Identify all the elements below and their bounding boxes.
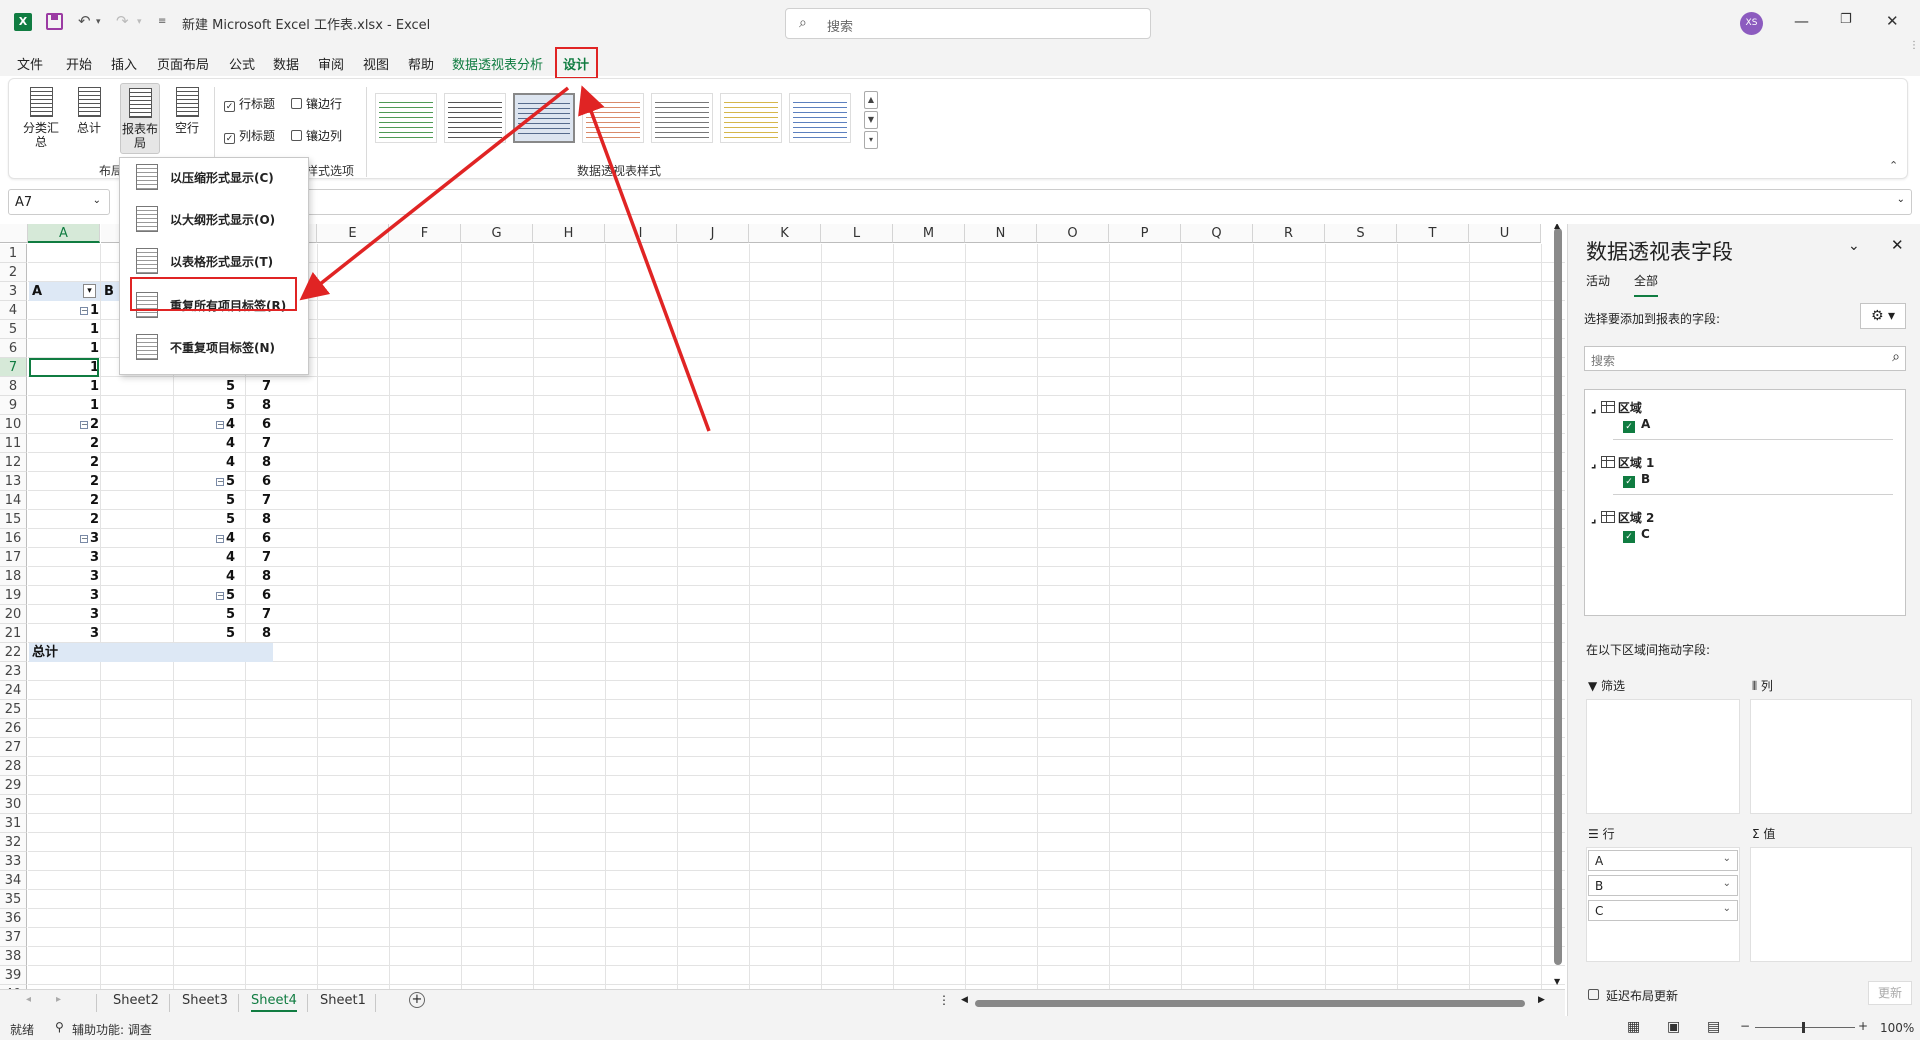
tab-separator [169,994,170,1012]
tab-split-icon[interactable]: ⋮ [938,993,950,1007]
columns-label-text: 列 [1760,679,1773,693]
columns-icon: ⫴ [1752,679,1761,693]
unchecked-box-icon [1588,989,1599,1000]
prev-sheet-icon[interactable]: ◂ [26,994,31,1005]
chevron-down-icon: ⌄ [1722,853,1731,864]
row-field-a-label: A [1595,854,1604,868]
normal-view-icon[interactable]: ▦ [1627,1019,1640,1035]
zoom-slider[interactable] [1755,1027,1855,1028]
scroll-right-icon[interactable]: ▶ [1538,995,1545,1005]
row-field-b[interactable]: B ⌄ [1588,875,1738,896]
pivot-fields-pane: 数据透视表字段 ⌄ ✕ 活动 全部 选择要添加到报表的字段: ⚙ ▾ 搜索 ⌕ … [1567,224,1920,1016]
table-icon [1600,456,1615,468]
horizontal-scrollbar[interactable] [975,1000,1525,1007]
table-icon [1600,401,1615,413]
tab-separator [238,994,239,1012]
rows-area-label: ☰ 行 [1588,825,1615,842]
search-icon: ⌕ [1892,349,1900,365]
field-group-1-label: 区域 [1617,401,1642,415]
arrow-to-design-tab [578,85,711,432]
sheet-tab-sheet4[interactable]: Sheet4 [251,993,297,1012]
rows-label-text: 行 [1602,827,1615,841]
field-a[interactable]: ✓ A [1623,417,1650,433]
page-layout-view-icon[interactable]: ▣ [1667,1019,1680,1035]
next-sheet-icon[interactable]: ▸ [56,994,61,1005]
zoom-out-icon[interactable]: − [1740,1019,1750,1033]
chevron-down-icon: ⌄ [1722,903,1731,914]
field-a-label: A [1641,417,1651,431]
accessibility-icon: ⚲ [55,1020,64,1034]
status-bar: 就绪 ⚲ 辅助功能: 调查 ▦ ▣ ▤ − + 100% [0,1016,1920,1040]
pane-title: 数据透视表字段 [1586,240,1733,264]
sheet-tab-sheet2[interactable]: Sheet2 [113,993,159,1008]
filter-area-label: ▼ 筛选 [1588,677,1625,694]
tab-all-fields[interactable]: 全部 [1634,272,1659,297]
field-group-3-label: 区域 2 [1617,511,1655,525]
tools-gear-icon[interactable]: ⚙ ▾ [1860,303,1906,329]
tab-active-fields[interactable]: 活动 [1586,272,1610,289]
status-ready: 就绪 [10,1023,35,1037]
row-field-b-label: B [1595,879,1604,893]
scroll-left-icon[interactable]: ◀ [961,995,968,1005]
arrow-to-menu-item [299,86,570,301]
values-area-label: Σ 值 [1752,825,1775,842]
field-group-3[interactable]: ⌟ 区域 2 [1591,509,1654,526]
tab-separator [375,994,376,1012]
page-break-view-icon[interactable]: ▤ [1707,1019,1720,1035]
zoom-slider-thumb[interactable] [1802,1022,1805,1033]
columns-area[interactable] [1750,699,1912,814]
filter-area[interactable] [1586,699,1740,814]
field-c-label: C [1641,527,1650,541]
field-c[interactable]: ✓ C [1623,527,1650,543]
zoom-in-icon[interactable]: + [1858,1019,1868,1033]
tab-separator [307,994,308,1012]
pane-close-icon[interactable]: ✕ [1891,236,1904,254]
field-group-2[interactable]: ⌟ 区域 1 [1591,454,1654,471]
sheet-tab-sheet1[interactable]: Sheet1 [320,993,366,1008]
field-b[interactable]: ✓ B [1623,472,1650,488]
field-search-placeholder: 搜索 [1591,354,1616,368]
checkbox-checked-icon: ✓ [1623,531,1635,543]
sheet-tab-sheet3[interactable]: Sheet3 [182,993,228,1008]
drag-fields-label: 在以下区域间拖动字段: [1586,643,1711,657]
field-search-input[interactable]: 搜索 ⌕ [1584,346,1906,371]
values-area[interactable] [1750,847,1912,962]
add-sheet-icon[interactable]: + [409,992,425,1008]
sheet-tab-bar: ◂ ▸ Sheet2 Sheet3 Sheet4 Sheet1 + ⋮ ◀ ▶ [0,989,1565,1016]
pane-options-chevron-icon[interactable]: ⌄ [1848,238,1860,254]
table-icon [1600,511,1615,523]
field-b-label: B [1641,472,1651,486]
checkbox-checked-icon: ✓ [1623,421,1635,433]
tab-separator [96,994,97,1012]
zoom-level[interactable]: 100% [1880,1021,1914,1035]
defer-update-label: 延迟布局更新 [1606,989,1679,1003]
values-label-text: 值 [1763,827,1776,841]
row-field-a[interactable]: A ⌄ [1588,850,1738,871]
field-group-2-label: 区域 1 [1617,456,1655,470]
field-list: ⌟ 区域 ✓ A ⌟ 区域 1 ✓ B ⌟ 区域 2 ✓ C [1584,389,1906,616]
field-divider [1613,439,1893,440]
row-field-c-label: C [1595,904,1604,918]
accessibility-status[interactable]: 辅助功能: 调查 [72,1021,152,1038]
update-button[interactable]: 更新 [1868,981,1912,1005]
filter-icon: ▼ [1588,679,1602,693]
row-field-c[interactable]: C ⌄ [1588,900,1738,921]
field-divider [1613,494,1893,495]
choose-fields-label: 选择要添加到报表的字段: [1584,312,1721,326]
filter-label-text: 筛选 [1601,679,1626,693]
columns-area-label: ⫴ 列 [1752,677,1773,694]
rows-icon: ☰ [1588,827,1603,841]
sigma-icon: Σ [1752,827,1764,841]
field-group-1[interactable]: ⌟ 区域 [1591,399,1642,416]
checkbox-checked-icon: ✓ [1623,476,1635,488]
defer-update-checkbox[interactable]: 延迟布局更新 [1588,987,1678,1004]
chevron-down-icon: ⌄ [1722,878,1731,889]
